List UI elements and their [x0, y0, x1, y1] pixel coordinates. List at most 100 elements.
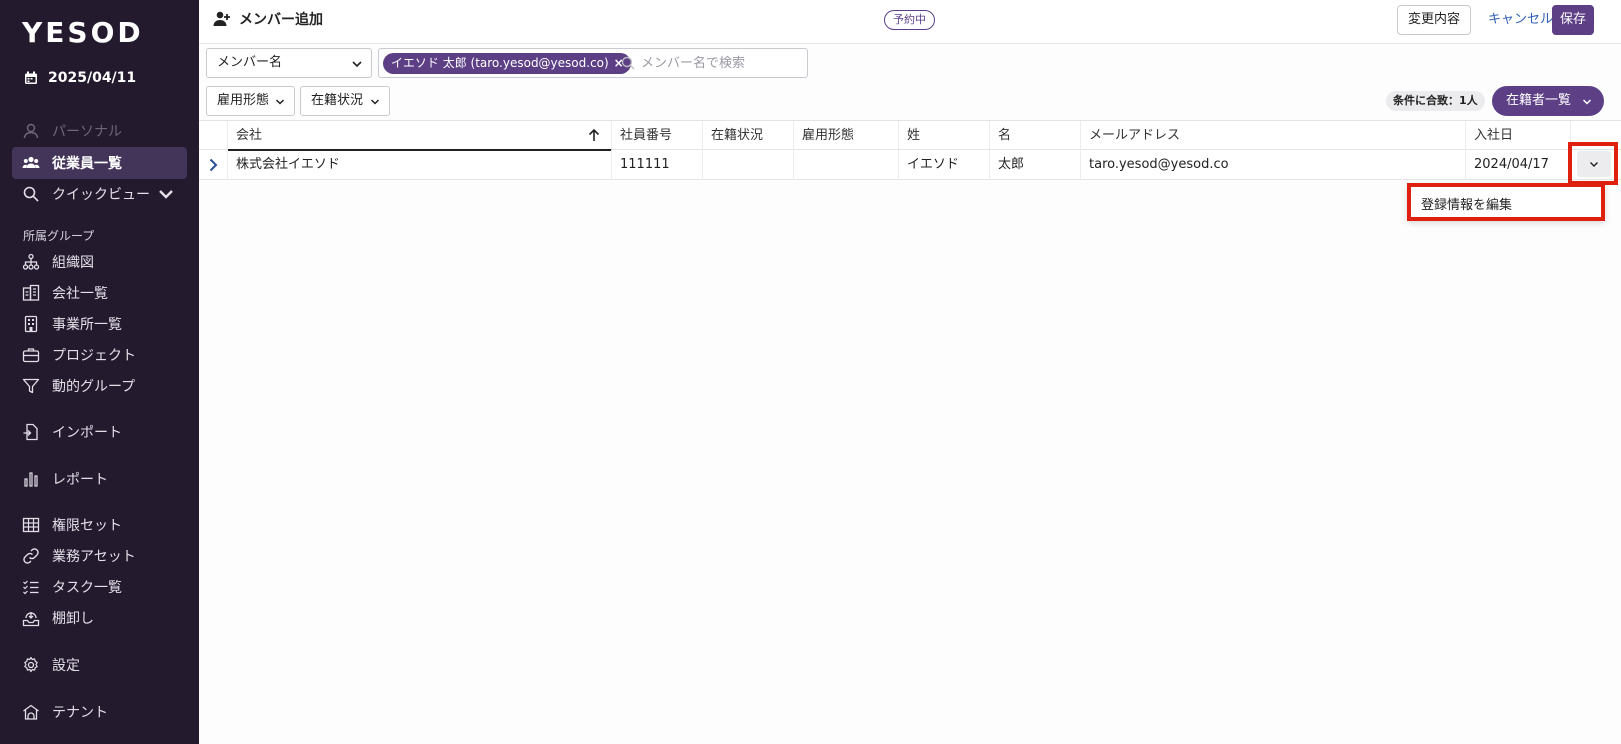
sidebar-item-offices[interactable]: 事業所一覧: [12, 308, 187, 340]
page-title: メンバー追加: [213, 9, 323, 29]
tenant-icon: [23, 704, 39, 720]
header-cell-expand: [199, 121, 228, 151]
chevron-down-icon: [1590, 162, 1598, 167]
header-enrollment-status[interactable]: 在籍状況: [703, 121, 794, 151]
row-expand-cell[interactable]: [199, 150, 228, 180]
filter-icon: [22, 378, 40, 394]
building-icon: [22, 284, 40, 301]
cell-employment-type: [794, 150, 899, 180]
main-content: メンバー追加 予約中 変更内容 キャンセル 保存 メンバー名 イエソド 太郎 (…: [199, 0, 1621, 744]
enrollment-status-dropdown[interactable]: 在籍状況: [300, 86, 390, 116]
chevron-down-icon: [275, 99, 285, 105]
header-first-name[interactable]: 名: [990, 121, 1081, 151]
sidebar-item-dynamic-groups[interactable]: 動的グループ: [12, 370, 187, 402]
header-last-name[interactable]: 姓: [899, 121, 990, 151]
sidebar-item-label: 棚卸し: [52, 611, 94, 627]
save-button[interactable]: 保存: [1552, 5, 1595, 35]
cancel-button[interactable]: キャンセル: [1482, 5, 1559, 35]
cell-join-date: 2024/04/17: [1466, 150, 1571, 180]
sidebar-item-settings[interactable]: 設定: [12, 649, 187, 681]
dropdown-label: 雇用形態: [217, 93, 270, 108]
dropdown-label: 在籍状況: [311, 93, 364, 108]
sidebar: YESOD 2025/04/11 パーソナル 従業員一覧 クイックビュー 所属グ…: [0, 0, 199, 744]
roster-label: 在籍者一覧: [1506, 93, 1572, 108]
sidebar-item-quickview[interactable]: クイックビュー: [12, 178, 187, 210]
filter-field-value: メンバー名: [217, 55, 283, 70]
person-icon: [23, 123, 39, 139]
sidebar-item-label: 業務アセット: [52, 549, 136, 565]
checklist-icon: [23, 580, 39, 595]
roster-button[interactable]: 在籍者一覧: [1492, 86, 1604, 116]
people-icon: [22, 156, 40, 168]
sidebar-item-label: クイックビュー: [52, 187, 150, 203]
chevron-down-icon: [352, 61, 362, 68]
header-email[interactable]: メールアドレス: [1081, 121, 1466, 151]
member-table: 会社 社員番号 在籍状況 雇用形態 姓 名 メールアドレス 入社日 株式会社イエ…: [199, 120, 1621, 180]
search-icon: [23, 186, 39, 202]
filter-field-select[interactable]: メンバー名: [206, 48, 372, 78]
sort-ascending-icon: [588, 128, 600, 141]
sidebar-item-tenant[interactable]: テナント: [12, 696, 187, 728]
chevron-down-icon: [159, 190, 173, 199]
cell-enrollment-status: [703, 150, 794, 180]
header-employee-number[interactable]: 社員番号: [612, 121, 703, 151]
section-label-groups: 所属グループ: [23, 229, 95, 243]
cell-last-name: イエソド: [899, 150, 990, 180]
grid-icon: [22, 517, 40, 533]
inventory-icon: [22, 612, 40, 627]
table-row[interactable]: 株式会社イエソド 111111 イエソド 太郎 taro.yesod@yesod…: [199, 150, 1621, 180]
sidebar-item-business-assets[interactable]: 業務アセット: [12, 540, 187, 572]
edit-registration-menu-item[interactable]: 登録情報を編集: [1421, 194, 1512, 213]
date-label: 2025/04/11: [48, 70, 137, 86]
header-join-date[interactable]: 入社日: [1466, 121, 1571, 151]
chevron-down-icon: [370, 99, 380, 105]
header-employment-type[interactable]: 雇用形態: [794, 121, 899, 151]
header-cell-actions: [1571, 121, 1621, 151]
sidebar-item-label: 設定: [52, 658, 80, 674]
sidebar-item-companies[interactable]: 会社一覧: [12, 277, 187, 309]
org-chart-icon: [22, 253, 40, 270]
current-date[interactable]: 2025/04/11: [24, 70, 136, 86]
sidebar-item-permission-sets[interactable]: 権限セット: [12, 509, 187, 541]
link-icon: [23, 548, 39, 564]
import-icon: [23, 423, 38, 441]
calendar-icon: [25, 71, 37, 84]
sidebar-item-label: プロジェクト: [52, 348, 136, 364]
chevron-right-icon[interactable]: [208, 158, 218, 172]
header-company[interactable]: 会社: [228, 121, 612, 151]
chevron-down-icon: [1582, 99, 1592, 105]
search-icon: [621, 56, 635, 70]
sidebar-item-label: 組織図: [52, 255, 94, 271]
cell-employee-number: 111111: [612, 150, 703, 180]
changes-button[interactable]: 変更内容: [1397, 5, 1472, 35]
selected-member-chip: イエソド 太郎 (taro.yesod@yesod.co) ×: [383, 53, 631, 74]
sidebar-item-personal[interactable]: パーソナル: [12, 115, 187, 147]
sidebar-item-label: タスク一覧: [52, 580, 122, 596]
match-count-badge: 条件に合致：1人: [1386, 91, 1485, 111]
sidebar-item-employees[interactable]: 従業員一覧: [12, 147, 187, 179]
sidebar-item-inventory[interactable]: 棚卸し: [12, 602, 187, 634]
employment-type-dropdown[interactable]: 雇用形態: [206, 86, 295, 116]
sidebar-item-label: レポート: [52, 472, 108, 488]
row-menu-button[interactable]: [1577, 151, 1611, 177]
sidebar-item-import[interactable]: インポート: [12, 416, 187, 448]
office-icon: [24, 315, 38, 333]
cell-first-name: 太郎: [990, 150, 1081, 180]
member-search-box[interactable]: イエソド 太郎 (taro.yesod@yesod.co) ×: [378, 48, 808, 78]
add-person-icon: [213, 11, 230, 26]
search-input[interactable]: [641, 53, 801, 74]
sidebar-item-label: 会社一覧: [52, 286, 108, 302]
sidebar-item-label: テナント: [52, 705, 108, 721]
sidebar-item-label: パーソナル: [52, 124, 122, 140]
row-action-menu: 登録情報を編集: [1407, 183, 1605, 221]
table-header: 会社 社員番号 在籍状況 雇用形態 姓 名 メールアドレス 入社日: [199, 120, 1621, 151]
sidebar-item-tasks[interactable]: タスク一覧: [12, 571, 187, 603]
sidebar-item-projects[interactable]: プロジェクト: [12, 339, 187, 371]
bar-chart-icon: [24, 472, 38, 487]
gear-icon: [24, 656, 38, 673]
cell-email: taro.yesod@yesod.co: [1081, 150, 1466, 180]
sidebar-item-org-chart[interactable]: 組織図: [12, 246, 187, 278]
sidebar-item-reports[interactable]: レポート: [12, 463, 187, 495]
sidebar-item-label: 事業所一覧: [52, 317, 122, 333]
status-badge: 予約中: [884, 10, 935, 30]
